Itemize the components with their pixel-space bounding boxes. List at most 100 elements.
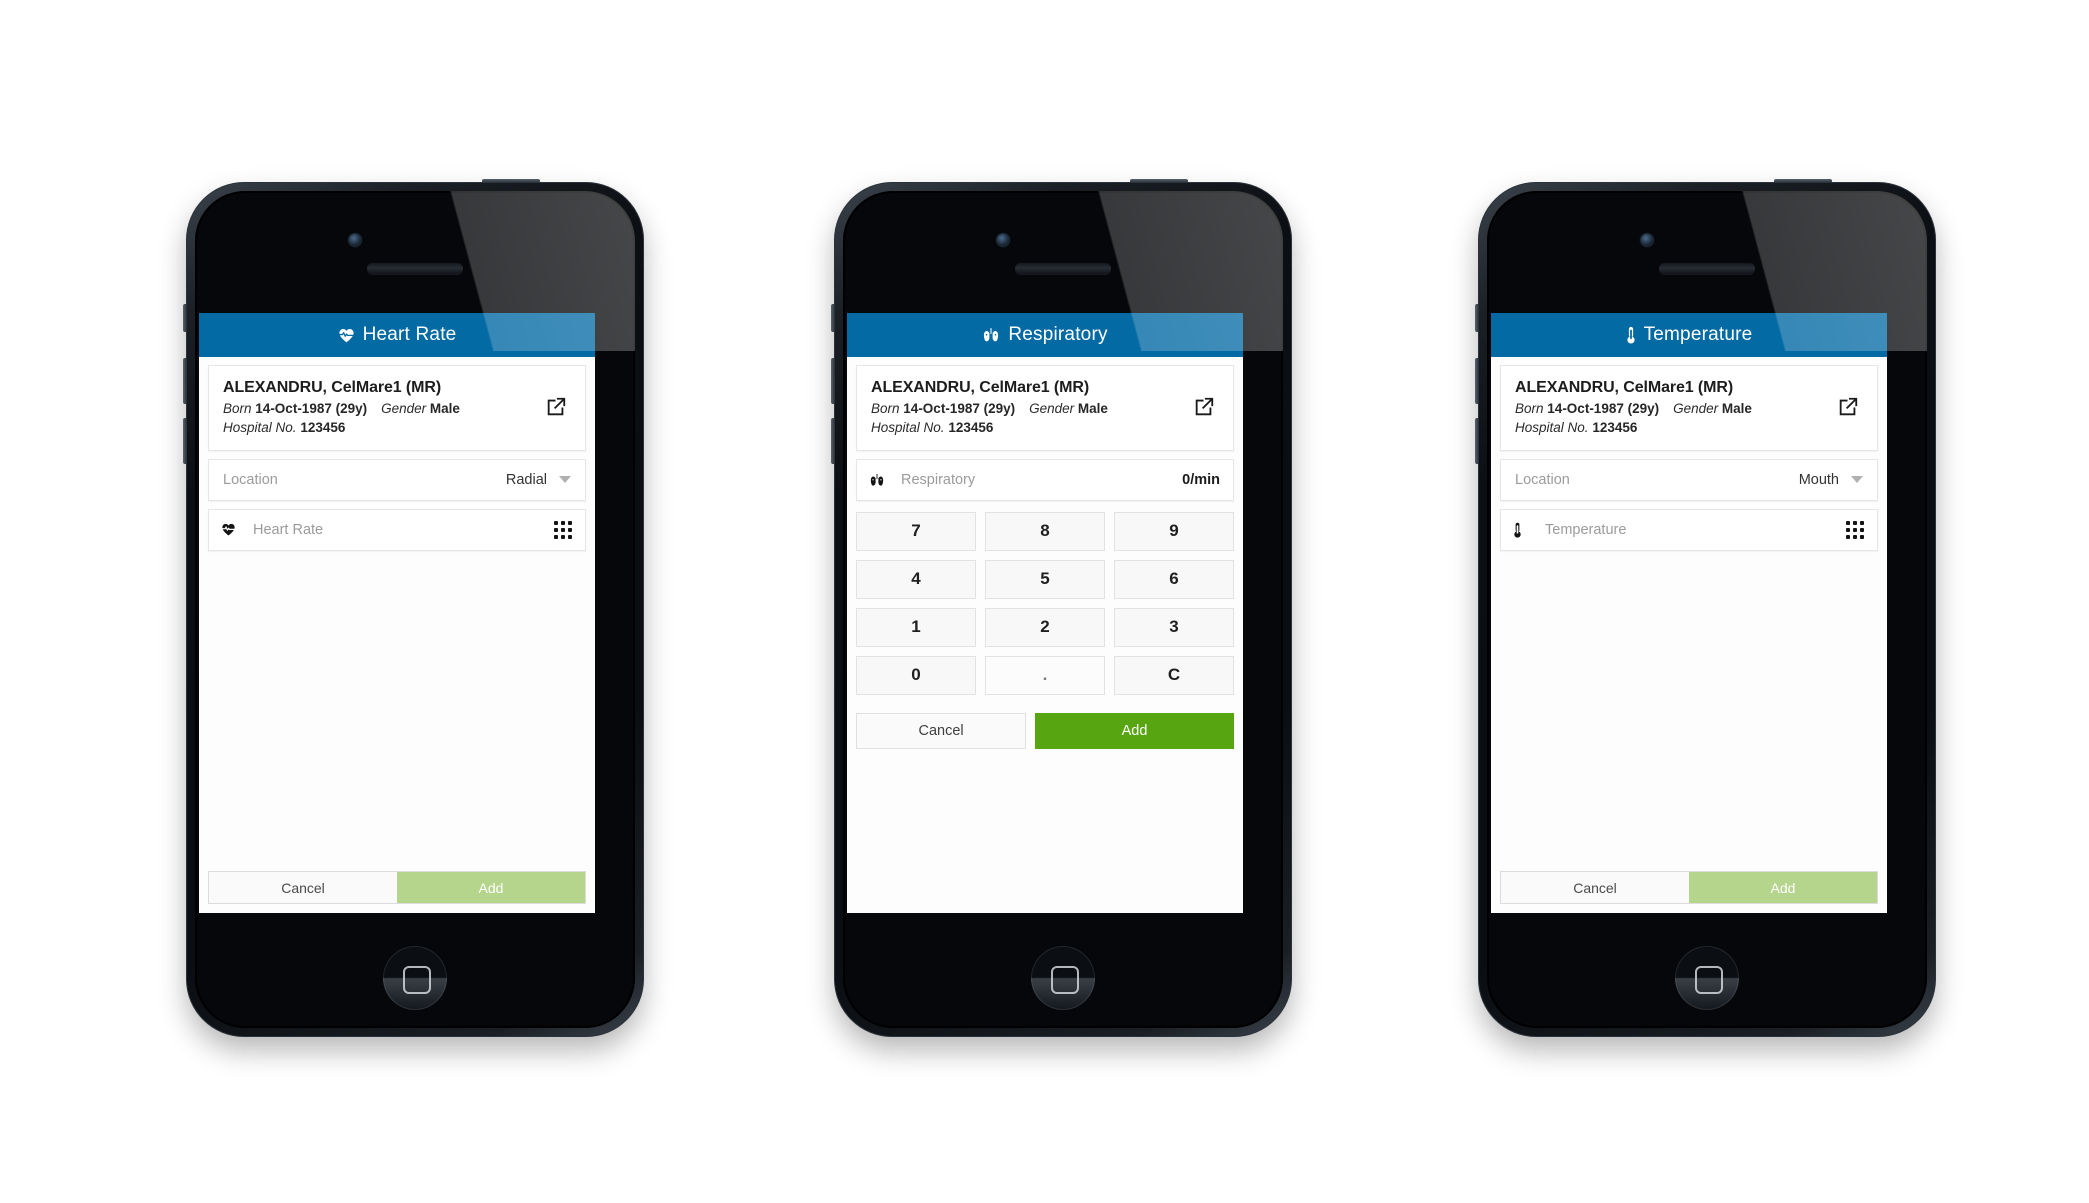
key-0[interactable]: 0 [856,655,976,695]
born-value: 14-Oct-1987 (29y) [1547,400,1660,416]
external-link-icon[interactable] [1189,392,1219,422]
born-label: Born [223,400,252,416]
location-value: Mouth [1798,471,1839,488]
born-label: Born [871,400,900,416]
appbar-respiratory: Respiratory [847,313,1243,357]
hospital-label: Hospital No. [871,420,945,436]
gender-label: Gender [1029,400,1075,416]
gender-value: Male [1077,400,1108,416]
key-7[interactable]: 7 [856,511,976,551]
cancel-button[interactable]: Cancel [856,712,1027,749]
front-camera-icon [349,234,361,246]
volume-up-button[interactable] [183,358,187,404]
power-button[interactable] [1130,179,1188,183]
mute-switch[interactable] [183,304,187,332]
phone-device-respiratory: Respiratory ALEXANDRU, CelMare1 (MR) Bor… [831,179,1292,1037]
external-link-icon[interactable] [1833,392,1863,422]
patient-name: ALEXANDRU, CelMare1 (MR) [871,379,1090,396]
hospital-value: 123456 [300,420,346,436]
power-button[interactable] [1774,179,1832,183]
chevron-down-icon[interactable] [1851,476,1863,484]
patient-info: ALEXANDRU, CelMare1 (MR) Born 14-Oct-198… [223,377,533,438]
volume-down-button[interactable] [183,418,187,464]
add-button[interactable]: Add [1689,872,1877,903]
keypad-grid-icon[interactable] [554,520,572,539]
cancel-button[interactable]: Cancel [209,872,397,903]
patient-born-gender: Born 14-Oct-1987 (29y) Gender Male [871,399,1181,419]
home-button[interactable] [1675,946,1739,1010]
patient-info: ALEXANDRU, CelMare1 (MR) Born 14-Oct-198… [871,377,1181,438]
screenshot-stage: Heart Rate ALEXANDRU, CelMare1 (MR) Born… [0,0,2089,1203]
home-button[interactable] [1031,946,1095,1010]
action-bar-heart-rate: Cancel Add [208,871,586,904]
patient-name: ALEXANDRU, CelMare1 (MR) [1515,379,1734,396]
heart-pulse-icon [338,328,355,343]
patient-hospital-no: Hospital No. 123456 [871,418,1181,438]
location-select-heart-rate[interactable]: Location Radial [208,458,586,501]
key-clear[interactable]: C [1114,655,1234,695]
patient-hospital-no: Hospital No. 123456 [223,418,533,438]
volume-down-button[interactable] [831,418,835,464]
app-screen-heart-rate: Heart Rate ALEXANDRU, CelMare1 (MR) Born… [199,313,595,913]
key-decimal-point[interactable]: . [985,655,1105,695]
measure-row-temperature[interactable]: Temperature [1500,508,1878,551]
gender-value: Male [1721,400,1752,416]
patient-banner: ALEXANDRU, CelMare1 (MR) Born 14-Oct-198… [1500,365,1878,451]
thermometer-icon [1513,522,1539,538]
location-label: Location [1515,471,1570,488]
location-select-temperature[interactable]: Location Mouth [1500,458,1878,501]
key-4[interactable]: 4 [856,559,976,599]
key-2[interactable]: 2 [985,607,1105,647]
mute-switch[interactable] [831,304,835,332]
chevron-down-icon[interactable] [559,476,571,484]
key-9[interactable]: 9 [1114,511,1234,551]
measure-row-respiratory[interactable]: Respiratory 0/min [856,458,1234,501]
gender-label: Gender [1673,400,1719,416]
key-8[interactable]: 8 [985,511,1105,551]
action-bar-temperature: Cancel Add [1500,871,1878,904]
screen-body: ALEXANDRU, CelMare1 (MR) Born 14-Oct-198… [847,357,1243,913]
patient-info: ALEXANDRU, CelMare1 (MR) Born 14-Oct-198… [1515,377,1825,438]
patient-banner: ALEXANDRU, CelMare1 (MR) Born 14-Oct-198… [208,365,586,451]
home-button[interactable] [383,946,447,1010]
phone-face: Respiratory ALEXANDRU, CelMare1 (MR) Bor… [843,191,1283,1028]
screen-body: ALEXANDRU, CelMare1 (MR) Born 14-Oct-198… [199,357,595,913]
appbar-temperature: Temperature [1491,313,1887,357]
born-value: 14-Oct-1987 (29y) [255,400,368,416]
mute-switch[interactable] [1475,304,1479,332]
patient-name: ALEXANDRU, CelMare1 (MR) [223,379,442,396]
volume-up-button[interactable] [831,358,835,404]
appbar-heart-rate: Heart Rate [199,313,595,357]
gender-label: Gender [381,400,427,416]
external-link-icon[interactable] [541,392,571,422]
born-label: Born [1515,400,1544,416]
earpiece-speaker [1659,263,1755,274]
phone-device-temperature: Temperature ALEXANDRU, CelMare1 (MR) Bor… [1475,179,1936,1037]
born-value: 14-Oct-1987 (29y) [903,400,1016,416]
key-3[interactable]: 3 [1114,607,1234,647]
add-button[interactable]: Add [397,872,585,903]
app-screen-temperature: Temperature ALEXANDRU, CelMare1 (MR) Bor… [1491,313,1887,913]
appbar-title: Heart Rate [362,324,457,345]
key-5[interactable]: 5 [985,559,1105,599]
key-6[interactable]: 6 [1114,559,1234,599]
add-button[interactable]: Add [1035,712,1234,749]
volume-up-button[interactable] [1475,358,1479,404]
keypad-grid-icon[interactable] [1846,520,1864,539]
key-1[interactable]: 1 [856,607,976,647]
earpiece-speaker [1015,263,1111,274]
hospital-value: 123456 [948,420,994,436]
power-button[interactable] [482,179,540,183]
location-value: Radial [505,471,547,488]
cancel-button[interactable]: Cancel [1501,872,1689,903]
measure-row-heart-rate[interactable]: Heart Rate [208,508,586,551]
patient-born-gender: Born 14-Oct-1987 (29y) Gender Male [1515,399,1825,419]
measure-label: Temperature [1545,521,1627,538]
appbar-title: Temperature [1643,324,1753,345]
volume-down-button[interactable] [1475,418,1479,464]
patient-born-gender: Born 14-Oct-1987 (29y) Gender Male [223,399,533,419]
gender-value: Male [429,400,460,416]
appbar-title: Respiratory [1008,324,1108,345]
